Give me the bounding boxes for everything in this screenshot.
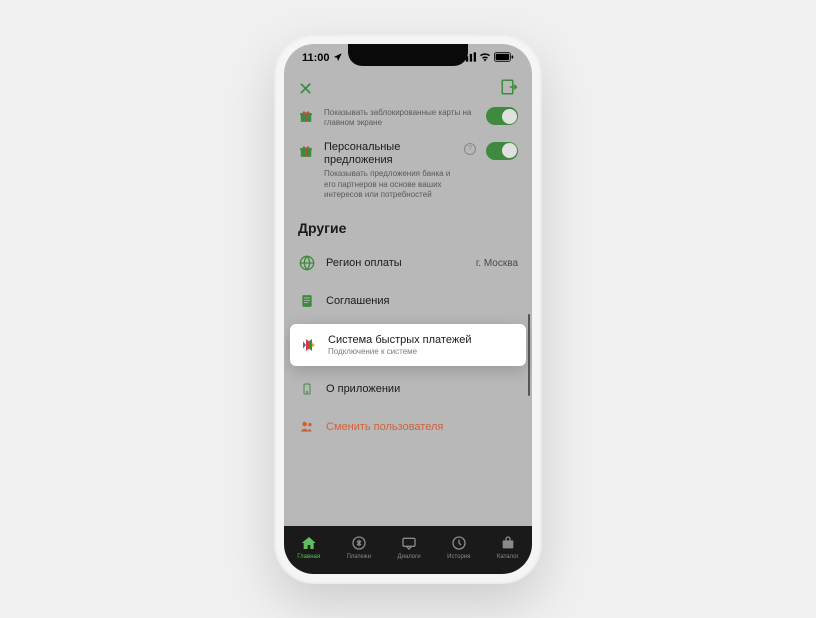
region-title: Регион оплаты [326, 257, 466, 269]
screen: 11:00 ✕ [284, 44, 532, 574]
row-region[interactable]: Регион оплаты г. Москва [284, 244, 532, 282]
scrollbar[interactable] [528, 314, 530, 396]
status-time: 11:00 [302, 52, 330, 64]
sbp-icon [300, 336, 318, 354]
location-icon [333, 52, 343, 65]
tab-catalog-label: Каталог [497, 554, 519, 560]
exit-icon[interactable] [500, 78, 518, 101]
payments-icon [351, 534, 367, 552]
row-agreements[interactable]: Соглашения [284, 282, 532, 320]
tab-home[interactable]: Главная [297, 534, 320, 560]
switch-user-title: Сменить пользователя [326, 421, 518, 433]
sbp-title: Система быстрых платежей [328, 334, 516, 346]
setting-personal-offers[interactable]: Персональные предложения Показывать пред… [284, 135, 532, 207]
close-icon[interactable]: ✕ [298, 79, 313, 100]
tab-home-label: Главная [297, 554, 320, 560]
help-icon[interactable]: ? [464, 143, 476, 155]
tab-history[interactable]: История [447, 534, 470, 560]
gift-icon [298, 143, 314, 159]
globe-icon [298, 254, 316, 272]
personal-offers-desc: Показывать предложения банка и его партн… [324, 169, 454, 200]
about-title: О приложении [326, 383, 518, 395]
notch [348, 44, 468, 66]
tab-history-label: История [447, 554, 470, 560]
phone-icon [298, 380, 316, 398]
dialogs-icon [401, 534, 417, 552]
users-icon [298, 418, 316, 436]
section-other-title: Другие [284, 206, 532, 244]
personal-offers-toggle[interactable] [486, 142, 518, 160]
agreements-title: Соглашения [326, 295, 518, 307]
row-sbp[interactable]: Система быстрых платежей Подключение к с… [290, 324, 526, 366]
row-about[interactable]: О приложении [284, 370, 532, 408]
tab-payments[interactable]: Платежи [347, 534, 371, 560]
blocked-cards-title: Показывать заблокированные карты на глав… [324, 108, 476, 129]
tab-catalog[interactable]: Каталог [497, 534, 519, 560]
phone-frame: 11:00 ✕ [274, 34, 542, 584]
region-value: г. Москва [476, 258, 518, 269]
setting-blocked-cards[interactable]: Показывать заблокированные карты на глав… [284, 106, 532, 135]
tab-dialogs-label: Диалоги [397, 554, 420, 560]
blocked-cards-toggle[interactable] [486, 107, 518, 125]
wifi-icon [479, 52, 491, 65]
tab-dialogs[interactable]: Диалоги [397, 534, 420, 560]
catalog-icon [500, 534, 516, 552]
tab-bar: Главная Платежи Диалоги История [284, 526, 532, 574]
sbp-sub: Подключение к системе [328, 347, 516, 356]
document-icon [298, 292, 316, 310]
tab-payments-label: Платежи [347, 554, 371, 560]
row-switch-user[interactable]: Сменить пользователя [284, 408, 532, 446]
content: Показывать заблокированные карты на глав… [284, 106, 532, 526]
history-icon [451, 534, 467, 552]
nav-bar: ✕ [284, 72, 532, 106]
personal-offers-title: Персональные предложения [324, 141, 454, 167]
home-icon [301, 534, 317, 552]
gift-icon [298, 108, 314, 124]
battery-icon [494, 52, 514, 65]
